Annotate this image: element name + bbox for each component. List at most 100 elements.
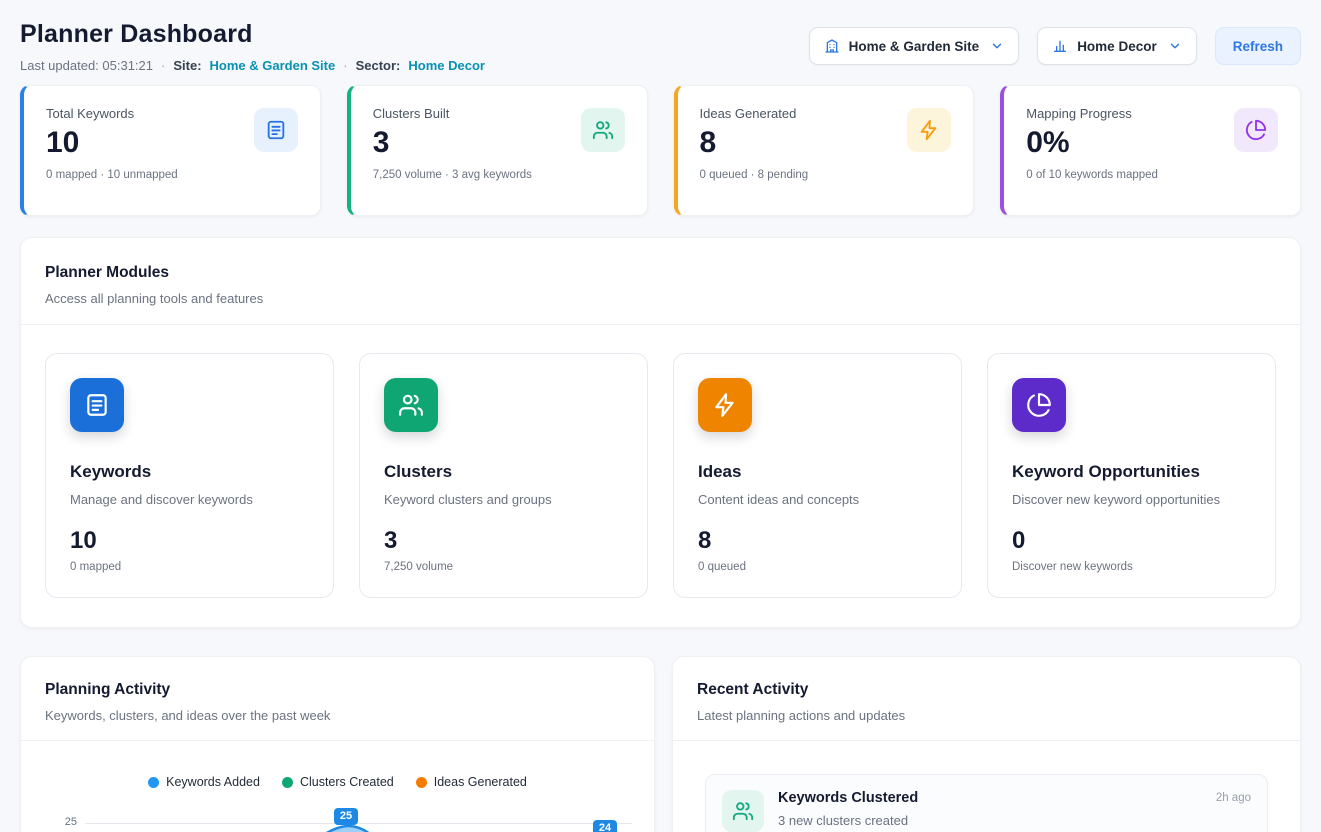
legend-item-keywords-added: Keywords Added xyxy=(148,775,260,789)
bottom-row: Planning Activity Keywords, clusters, an… xyxy=(20,656,1301,832)
modules-header: Planner Modules Access all planning tool… xyxy=(21,238,1300,325)
planner-dashboard-page: Planner Dashboard Last updated: 05:31:21… xyxy=(0,0,1321,832)
activity-item-title: Keywords Clustered xyxy=(778,790,918,806)
module-detail: 0 queued xyxy=(698,561,937,573)
data-point-label: 25 xyxy=(334,808,358,825)
module-title: Keywords xyxy=(70,462,309,482)
document-icon xyxy=(70,378,124,432)
users-icon xyxy=(722,790,764,832)
site-link[interactable]: Home & Garden Site xyxy=(210,58,336,73)
stat-detail: 0 mapped · 10 unmapped xyxy=(46,169,298,181)
module-value: 10 xyxy=(70,527,309,555)
planning-activity-card: Planning Activity Keywords, clusters, an… xyxy=(20,656,655,832)
legend-dot-orange xyxy=(416,777,427,788)
stat-label: Mapping Progress xyxy=(1026,106,1132,121)
legend-item-clusters-created: Clusters Created xyxy=(282,775,394,789)
pie-chart-icon xyxy=(1234,108,1278,152)
data-point-label: 24 xyxy=(593,820,617,832)
stat-value: 10 xyxy=(46,126,134,160)
recent-activity-title: Recent Activity xyxy=(697,681,1276,699)
recent-activity-subtitle: Latest planning actions and updates xyxy=(697,708,1276,723)
stat-detail: 0 of 10 keywords mapped xyxy=(1026,169,1278,181)
users-icon xyxy=(384,378,438,432)
stat-label: Clusters Built xyxy=(373,106,450,121)
stat-detail: 7,250 volume · 3 avg keywords xyxy=(373,169,625,181)
keywords-added-area-series xyxy=(85,802,632,832)
legend-label: Clusters Created xyxy=(300,775,394,789)
lightning-icon xyxy=(698,378,752,432)
module-card-clusters[interactable]: Clusters Keyword clusters and groups 3 7… xyxy=(359,353,648,598)
activity-list-item[interactable]: Keywords Clustered 3 new clusters create… xyxy=(705,774,1268,832)
planning-activity-header: Planning Activity Keywords, clusters, an… xyxy=(21,657,654,741)
module-detail: Discover new keywords xyxy=(1012,561,1251,573)
stat-value: 3 xyxy=(373,126,450,160)
header-meta: Last updated: 05:31:21 · Site: Home & Ga… xyxy=(20,58,485,73)
stat-card-ideas-generated: Ideas Generated 8 0 queued · 8 pending xyxy=(674,85,975,216)
stat-detail: 0 queued · 8 pending xyxy=(700,169,952,181)
y-axis-tick: 25 xyxy=(53,816,77,828)
stat-card-total-keywords: Total Keywords 10 0 mapped · 10 unmapped xyxy=(20,85,321,216)
module-card-keyword-opportunities[interactable]: Keyword Opportunities Discover new keywo… xyxy=(987,353,1276,598)
modules-subtitle: Access all planning tools and features xyxy=(45,291,1276,306)
site-selector-label: Home & Garden Site xyxy=(849,39,980,54)
activity-item-timestamp: 2h ago xyxy=(1216,790,1251,804)
module-description: Keyword clusters and groups xyxy=(384,492,623,507)
last-updated-text: Last updated: 05:31:21 xyxy=(20,58,153,73)
modules-grid: Keywords Manage and discover keywords 10… xyxy=(21,325,1300,627)
module-value: 8 xyxy=(698,527,937,555)
legend-label: Keywords Added xyxy=(166,775,260,789)
stat-value: 8 xyxy=(700,126,797,160)
legend-label: Ideas Generated xyxy=(434,775,527,789)
stat-card-clusters-built: Clusters Built 3 7,250 volume · 3 avg ke… xyxy=(347,85,648,216)
legend-item-ideas-generated: Ideas Generated xyxy=(416,775,527,789)
stat-label: Total Keywords xyxy=(46,106,134,121)
meta-separator: · xyxy=(161,58,165,73)
stats-row: Total Keywords 10 0 mapped · 10 unmapped… xyxy=(0,85,1321,216)
planner-modules-panel: Planner Modules Access all planning tool… xyxy=(20,237,1301,628)
module-title: Ideas xyxy=(698,462,937,482)
page-header: Planner Dashboard Last updated: 05:31:21… xyxy=(0,0,1321,85)
bar-chart-icon xyxy=(1052,38,1068,54)
refresh-button[interactable]: Refresh xyxy=(1215,27,1301,65)
sector-label: Sector: xyxy=(356,58,401,73)
header-controls: Home & Garden Site Home Decor Refresh xyxy=(809,27,1301,65)
chart-legend: Keywords Added Clusters Created Ideas Ge… xyxy=(21,775,654,789)
module-card-ideas[interactable]: Ideas Content ideas and concepts 8 0 que… xyxy=(673,353,962,598)
stat-label: Ideas Generated xyxy=(700,106,797,121)
users-icon xyxy=(581,108,625,152)
document-icon xyxy=(254,108,298,152)
recent-activity-card: Recent Activity Latest planning actions … xyxy=(672,656,1301,832)
module-description: Content ideas and concepts xyxy=(698,492,937,507)
site-selector-dropdown[interactable]: Home & Garden Site xyxy=(809,27,1020,65)
module-description: Manage and discover keywords xyxy=(70,492,309,507)
module-description: Discover new keyword opportunities xyxy=(1012,492,1251,507)
stat-card-mapping-progress: Mapping Progress 0% 0 of 10 keywords map… xyxy=(1000,85,1301,216)
sector-selector-label: Home Decor xyxy=(1077,39,1157,54)
pie-chart-icon xyxy=(1012,378,1066,432)
chevron-down-icon xyxy=(990,39,1004,53)
modules-title: Planner Modules xyxy=(45,264,1276,282)
module-title: Clusters xyxy=(384,462,623,482)
sector-selector-dropdown[interactable]: Home Decor xyxy=(1037,27,1197,65)
chevron-down-icon xyxy=(1168,39,1182,53)
module-title: Keyword Opportunities xyxy=(1012,462,1251,482)
lightning-icon xyxy=(907,108,951,152)
module-value: 3 xyxy=(384,527,623,555)
module-detail: 0 mapped xyxy=(70,561,309,573)
page-title: Planner Dashboard xyxy=(20,20,485,49)
meta-separator: · xyxy=(343,58,347,73)
site-label: Site: xyxy=(173,58,201,73)
stat-value: 0% xyxy=(1026,126,1132,160)
header-left: Planner Dashboard Last updated: 05:31:21… xyxy=(20,20,485,73)
activity-item-description: 3 new clusters created xyxy=(778,813,918,828)
building-icon xyxy=(824,38,840,54)
module-card-keywords[interactable]: Keywords Manage and discover keywords 10… xyxy=(45,353,334,598)
module-detail: 7,250 volume xyxy=(384,561,623,573)
recent-activity-header: Recent Activity Latest planning actions … xyxy=(673,657,1300,741)
planning-activity-title: Planning Activity xyxy=(45,681,630,699)
sector-link[interactable]: Home Decor xyxy=(408,58,485,73)
planning-activity-subtitle: Keywords, clusters, and ideas over the p… xyxy=(45,708,630,723)
module-value: 0 xyxy=(1012,527,1251,555)
legend-dot-blue xyxy=(148,777,159,788)
legend-dot-green xyxy=(282,777,293,788)
